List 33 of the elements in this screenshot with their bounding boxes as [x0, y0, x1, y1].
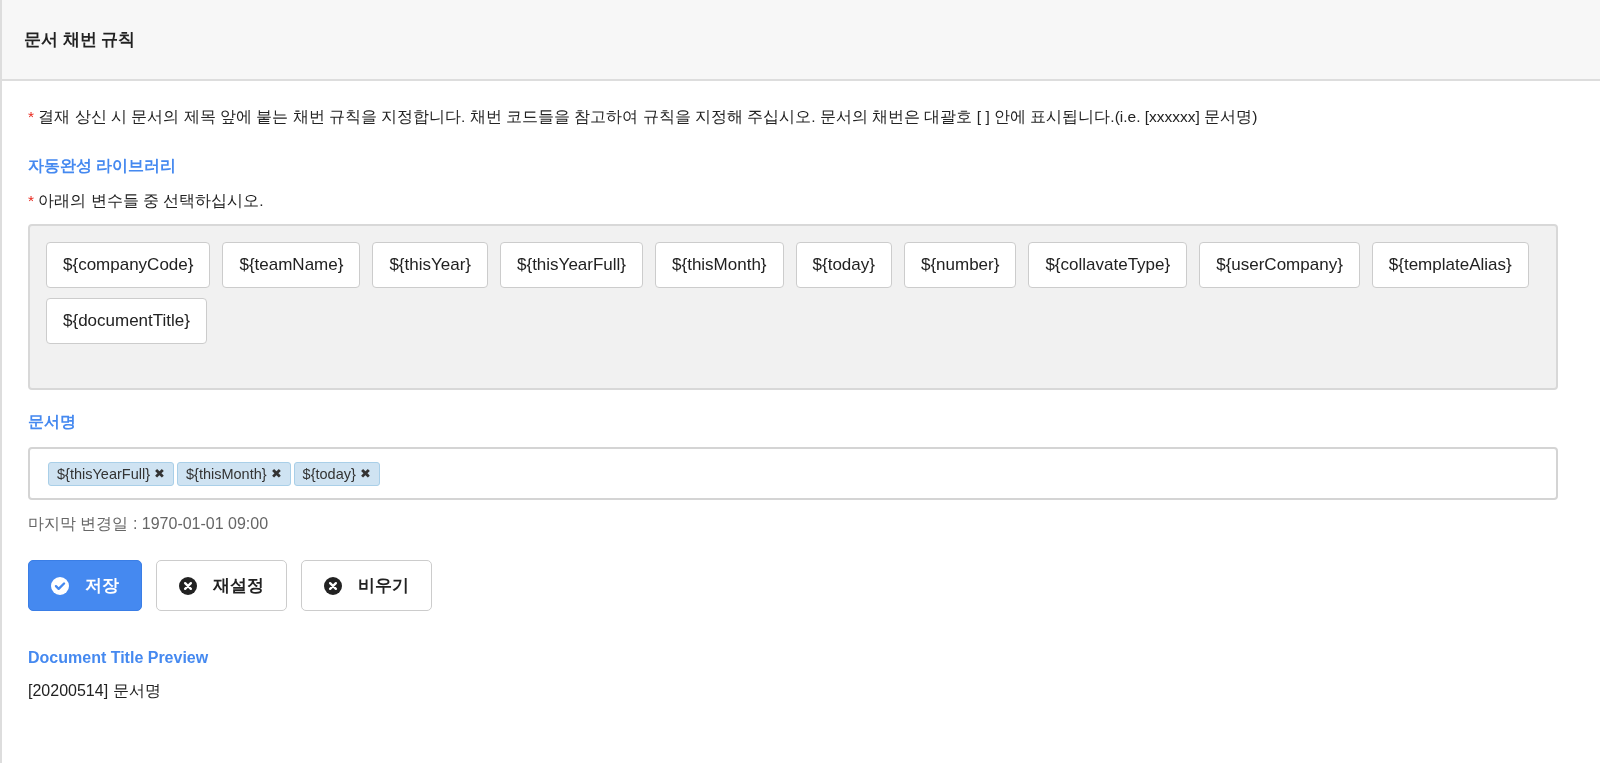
tag-text: ${thisYearFull} — [57, 465, 150, 482]
variable-chip[interactable]: ${number} — [903, 242, 1017, 288]
preview-text: [20200514] 문서명 — [28, 681, 162, 701]
tag-input-field[interactable]: ${thisYearFull} ✖ ${thisMonth} ✖ ${today} ✖ — [28, 447, 1558, 500]
required-mark: * — [28, 192, 35, 209]
action-button[interactable]: 비우기 — [301, 560, 432, 611]
close-circle-icon — [179, 576, 197, 595]
page-title: 문서 채번 규칙 — [24, 29, 136, 51]
variable-chip[interactable]: ${thisYear} — [372, 242, 488, 288]
variable-chip[interactable]: ${thisMonth} — [655, 242, 784, 288]
variable-chip[interactable]: ${today} — [795, 242, 892, 288]
variable-chip[interactable]: ${thisYearFull} — [500, 242, 644, 288]
preview-heading: Document Title Preview — [28, 649, 210, 667]
hint-text: 아래의 변수들 중 선택하십시오. — [38, 192, 264, 209]
close-circle-icon — [324, 576, 342, 595]
last-modified-text: 마지막 변경일 : 1970-01-01 09:00 — [28, 514, 270, 534]
variable-chip[interactable]: ${companyCode} — [46, 242, 211, 288]
tag-text: ${thisMonth} — [186, 465, 267, 482]
check-circle-icon — [51, 576, 69, 595]
remove-icon[interactable]: ✖ — [154, 466, 165, 481]
tag-text: ${today} — [302, 465, 356, 482]
variable-chip[interactable]: ${templateAlias} — [1371, 242, 1529, 288]
variable-chip[interactable]: ${documentTitle} — [46, 298, 207, 344]
variable-chip[interactable]: ${userCompany} — [1199, 242, 1360, 288]
notice-text: 결재 상신 시 문서의 제목 앞에 붙는 채번 규칙을 지정합니다. 채번 코드들을 참고하여 규칙을 지정해 주십시오. 문서의 채번은 대괄호 [ ] 안에 표시됩니다.(i.e. [xxxxxx] 문서명) — [38, 108, 1258, 125]
section-heading: 자동완성 라이브러리 — [28, 156, 178, 176]
action-button[interactable]: 재설정 — [156, 560, 287, 611]
remove-icon[interactable]: ✖ — [359, 466, 371, 481]
required-mark: * — [28, 108, 35, 125]
remove-icon[interactable]: ✖ — [270, 466, 282, 481]
field-label: 문서명 — [28, 412, 77, 432]
variable-chip[interactable]: ${teamName} — [222, 242, 361, 288]
variable-chip[interactable]: ${collavateType} — [1028, 242, 1188, 288]
